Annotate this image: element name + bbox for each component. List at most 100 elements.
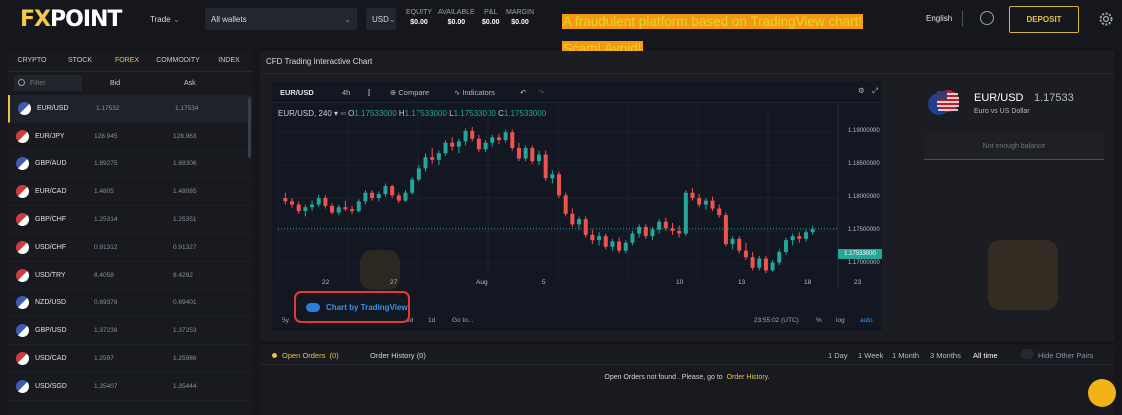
chevron-down-icon: ⌄ xyxy=(344,14,351,24)
tab-forex[interactable]: FOREX xyxy=(104,51,150,71)
deposit-button[interactable]: DEPOSIT xyxy=(1009,6,1079,33)
candle-body xyxy=(683,192,688,234)
bid-price: 1.4805 xyxy=(94,188,114,196)
tradingview-badge-label: Chart by TradingView xyxy=(326,302,408,312)
trade-dropdown[interactable]: Trade ⌄ xyxy=(144,8,186,30)
range-1-week[interactable]: 1 Week xyxy=(858,351,883,360)
currency-select[interactable]: USD ⌄ xyxy=(366,8,396,30)
ask-price: 1.48085 xyxy=(173,188,197,196)
candle-body xyxy=(717,208,722,216)
bid-price: 1.25314 xyxy=(94,216,118,224)
candle-body xyxy=(583,219,588,235)
language-select[interactable]: English xyxy=(926,14,952,23)
pair-row-usd-try[interactable]: USD/TRY 8.4058 8.4292 xyxy=(8,262,252,290)
pair-row-gbp-aud[interactable]: GBP/AUD 1.89275 1.89306 xyxy=(8,151,252,179)
percent-scale-toggle[interactable]: % xyxy=(816,317,822,324)
pair-row-usd-sgd[interactable]: USD/SGD 1.35407 1.35444 xyxy=(8,373,252,401)
pair-row-eur-usd[interactable]: EUR/USD 1.17532 1.17534 xyxy=(8,95,252,123)
y-tick-label: 1.18000000 xyxy=(848,194,880,200)
pair-name: GBP/AUD xyxy=(35,160,67,168)
scrollbar[interactable] xyxy=(248,98,251,158)
range-1-month[interactable]: 1 Month xyxy=(892,351,919,360)
candle-body xyxy=(470,130,475,139)
pair-name: NZD/USD xyxy=(35,299,67,307)
range-1d[interactable]: 1d xyxy=(428,317,435,324)
clock-icon[interactable] xyxy=(980,11,994,25)
pair-row-eur-cad[interactable]: EUR/CAD 1.4805 1.48085 xyxy=(8,178,252,207)
candle-body xyxy=(503,132,508,141)
gear-icon[interactable] xyxy=(1098,11,1114,27)
candle-body xyxy=(443,142,448,154)
empty-orders-message: Open Orders not found . Please, go to Or… xyxy=(604,374,770,381)
log-scale-toggle[interactable]: log xyxy=(836,317,845,324)
tab-stock[interactable]: STOCK xyxy=(56,51,104,71)
tradingview-cloud-icon xyxy=(306,302,320,312)
pair-row-usd-cad[interactable]: USD/CAD 1.2597 1.25986 xyxy=(8,345,252,373)
candle-body xyxy=(677,230,682,234)
range-all-time[interactable]: All time xyxy=(973,351,998,360)
eur-usd-flag-icon xyxy=(924,89,962,119)
watermark-logo-icon xyxy=(360,250,400,290)
tab-order-history[interactable]: Order History (0) xyxy=(370,351,426,360)
tab-commodity[interactable]: COMMODITY xyxy=(150,51,206,71)
candle-body xyxy=(603,236,608,247)
bid-column-header: Bid xyxy=(110,80,121,87)
tab-index[interactable]: INDEX xyxy=(206,51,252,71)
pair-name: EUR/CAD xyxy=(35,188,67,196)
ask-price: 1.17534 xyxy=(175,104,199,112)
range-1-day[interactable]: 1 Day xyxy=(828,351,848,360)
pair-name: USD/CHF xyxy=(35,243,67,251)
x-tick-label: 22 xyxy=(322,279,330,286)
hide-other-pairs-toggle[interactable] xyxy=(1020,349,1034,359)
tab-crypto[interactable]: CRYPTO xyxy=(8,51,56,71)
order-history-link[interactable]: Order History. xyxy=(727,374,770,381)
goto-date-button[interactable]: Go to... xyxy=(452,317,473,324)
candle-body xyxy=(330,205,335,213)
top-bar: FXPOINT Trade ⌄ All wallets ⌄ USD ⌄ EQUITY $… xyxy=(0,0,1122,40)
chat-icon[interactable] xyxy=(1088,379,1116,407)
x-tick-label: 5 xyxy=(542,279,546,286)
pair-row-nzd-usd[interactable]: NZD/USD 0.69378 0.69401 xyxy=(8,290,252,318)
candle-body xyxy=(623,242,628,251)
candle-body xyxy=(743,250,748,258)
bid-price: 1.2597 xyxy=(94,355,114,363)
candle-body xyxy=(703,200,708,205)
pair-row-gbp-usd[interactable]: GBP/USD 1.37238 1.37253 xyxy=(8,317,252,346)
candle-body xyxy=(423,157,428,169)
logo[interactable]: FXPOINT xyxy=(20,7,122,32)
range-3-months[interactable]: 3 Months xyxy=(930,351,961,360)
scam-warning-text: A fraudulent platform based on TradingVi… xyxy=(562,14,864,29)
candle-body xyxy=(550,174,555,179)
pair-row-eur-jpy[interactable]: EUR/JPY 128.945 128.963 xyxy=(8,123,252,151)
tab-open-orders[interactable]: Open Orders (0) xyxy=(272,351,339,360)
wallet-select[interactable]: All wallets ⌄ xyxy=(205,8,357,30)
currency-flag-icon xyxy=(16,129,29,143)
tradingview-chart[interactable]: EUR/USD 4h ⫿ ⊕ Compare ∿ Indicators ↶ ↷ … xyxy=(272,81,882,331)
candle-body xyxy=(650,229,655,237)
bid-price: 8.4058 xyxy=(94,271,114,279)
tradingview-badge[interactable]: Chart by TradingView xyxy=(294,291,410,323)
instrument-description: Euro vs US Dollar xyxy=(974,108,1030,115)
bid-price: 1.37238 xyxy=(94,327,118,335)
candle-body xyxy=(316,198,321,205)
y-tick-label: 1.17500000 xyxy=(848,226,880,233)
candle-body xyxy=(597,236,602,241)
instrument-pair: EUR/USD xyxy=(974,92,1024,104)
pair-row-usd-chf[interactable]: USD/CHF 0.91312 0.91327 xyxy=(8,234,252,262)
bid-price: 1.89275 xyxy=(94,160,118,168)
range-5y[interactable]: 5y xyxy=(282,317,289,324)
candle-body xyxy=(797,236,802,239)
ask-price: 1.89306 xyxy=(173,160,197,168)
market-watch-panel: CRYPTO STOCK FOREX COMMODITY INDEX Bid A… xyxy=(8,51,252,415)
candle-body xyxy=(557,174,562,196)
search-icon xyxy=(18,79,25,86)
filter-row: Bid Ask xyxy=(8,72,252,95)
chart-card-title: CFD Trading Interactive Chart xyxy=(266,57,373,66)
equity-metric: EQUITY $0.00 xyxy=(406,9,433,26)
auto-scale-toggle[interactable]: auto xyxy=(860,317,873,324)
bid-price: 1.17532 xyxy=(96,104,120,112)
pair-row-gbp-chf[interactable]: GBP/CHF 1.25314 1.25351 xyxy=(8,206,252,234)
pair-list: EUR/USD 1.17532 1.17534 EUR/JPY 128.945 128.9… xyxy=(8,95,252,401)
candle-body xyxy=(383,186,388,195)
candle-body xyxy=(737,238,742,251)
